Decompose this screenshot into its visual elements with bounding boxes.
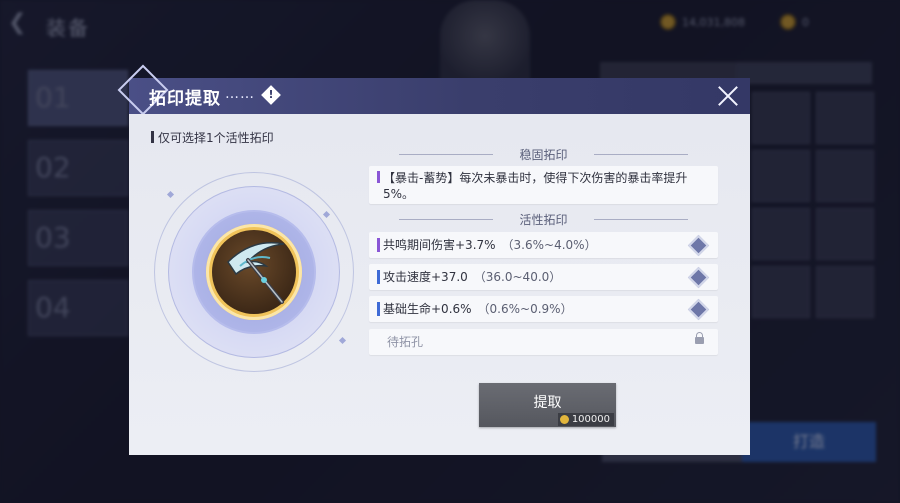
- stat-label: 基础生命+0.6%: [383, 302, 472, 316]
- stat-color-bar: [377, 238, 380, 252]
- stable-imprint-heading: 稳固拓印: [369, 146, 718, 163]
- selection-hint: 仅可选择1个活性拓印: [151, 129, 274, 146]
- select-diamond-icon[interactable]: [687, 298, 710, 321]
- imprint-extract-dialog: 拓印提取 …… ! 仅可选择1个活性拓印 稳固拓印 【暴击-蓄势】每次未暴击时，…: [117, 64, 750, 455]
- stat-range: （0.6%~0.9%）: [477, 302, 573, 316]
- stat-range: （3.6%~4.0%）: [501, 238, 597, 252]
- active-imprint-heading: 活性拓印: [369, 211, 718, 228]
- pending-slot-label: 待拓孔: [387, 335, 424, 349]
- dialog-body: 仅可选择1个活性拓印 稳固拓印 【暴击-蓄势】每次未暴击时，使得下次伤害的暴击率…: [129, 114, 750, 455]
- stat-label: 共鸣期间伤害+3.7%: [383, 238, 496, 252]
- extract-button[interactable]: 提取 100000: [479, 383, 616, 427]
- weapon-emblem: [154, 172, 354, 372]
- extract-cost-amount: 100000: [571, 414, 610, 425]
- gold-coin-icon: [559, 415, 569, 424]
- select-diamond-icon[interactable]: [687, 266, 710, 289]
- dialog-header: 拓印提取 …… !: [117, 64, 750, 116]
- stat-color-bar: [377, 270, 380, 284]
- extract-cost: 100000: [557, 413, 614, 426]
- dialog-title: 拓印提取: [149, 89, 221, 109]
- extract-button-label: 提取: [533, 395, 562, 411]
- active-imprint-option[interactable]: 攻击速度+37.0 （36.0~40.0）: [369, 264, 718, 290]
- stat-range: （36.0~40.0）: [473, 270, 562, 284]
- dialog-title-suffix: ……: [225, 86, 255, 102]
- lock-icon: [695, 332, 704, 344]
- pending-imprint-slot: 待拓孔: [369, 329, 718, 355]
- select-diamond-icon[interactable]: [687, 234, 710, 257]
- scythe-weapon-icon: [227, 242, 285, 304]
- stat-color-bar: [377, 302, 380, 316]
- stat-label: 攻击速度+37.0: [383, 270, 468, 284]
- stable-imprint-effect: 【暴击-蓄势】每次未暴击时，使得下次伤害的暴击率提升5%。: [369, 166, 718, 204]
- info-icon[interactable]: !: [261, 85, 281, 105]
- active-imprint-option[interactable]: 基础生命+0.6% （0.6%~0.9%）: [369, 296, 718, 322]
- active-imprint-option[interactable]: 共鸣期间伤害+3.7% （3.6%~4.0%）: [369, 232, 718, 258]
- close-button[interactable]: [712, 80, 744, 112]
